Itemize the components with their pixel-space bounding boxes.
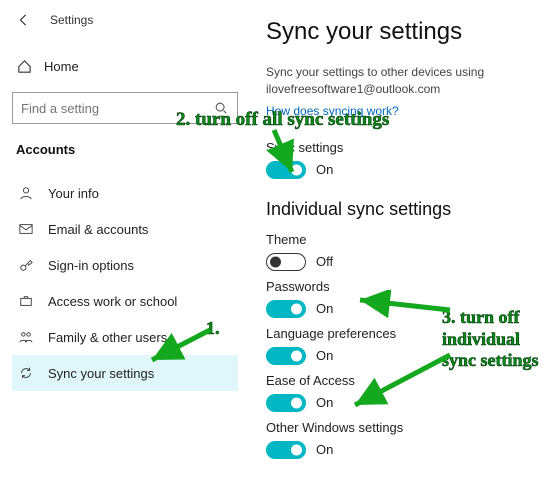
language-label: Language preferences (266, 326, 528, 341)
sidebar-item-label: Access work or school (48, 294, 177, 309)
arrow-left-icon (16, 12, 32, 28)
home-nav[interactable]: Home (12, 50, 238, 82)
search-icon (213, 100, 229, 116)
theme-toggle[interactable] (266, 253, 306, 271)
other-toggle[interactable] (266, 441, 306, 459)
sidebar-item-work[interactable]: Access work or school (12, 283, 238, 319)
sidebar-item-label: Sign-in options (48, 258, 134, 273)
sidebar: Settings Home Accounts Your info Email &… (0, 0, 250, 504)
key-icon (18, 257, 34, 273)
search-box[interactable] (12, 92, 238, 124)
how-sync-link[interactable]: How does syncing work? (266, 104, 399, 118)
sidebar-item-label: Sync your settings (48, 366, 154, 381)
sidebar-item-your-info[interactable]: Your info (12, 175, 238, 211)
individual-header: Individual sync settings (266, 199, 528, 220)
passwords-toggle[interactable] (266, 300, 306, 318)
sync-settings-toggle[interactable] (266, 161, 306, 179)
window-title: Settings (50, 13, 93, 27)
sync-icon (18, 365, 34, 381)
theme-state: Off (316, 254, 333, 269)
ease-toggle[interactable] (266, 394, 306, 412)
mail-icon (18, 221, 34, 237)
sync-settings-label: Sync settings (266, 140, 528, 155)
other-state: On (316, 442, 333, 457)
language-state: On (316, 348, 333, 363)
sidebar-item-label: Family & other users (48, 330, 167, 345)
other-label: Other Windows settings (266, 420, 528, 435)
sidebar-item-sync[interactable]: Sync your settings (12, 355, 238, 391)
people-icon (18, 329, 34, 345)
sync-description: Sync your settings to other devices usin… (266, 64, 528, 98)
passwords-label: Passwords (266, 279, 528, 294)
main-panel: Sync your settings Sync your settings to… (250, 0, 544, 504)
ease-label: Ease of Access (266, 373, 528, 388)
section-header: Accounts (16, 142, 238, 157)
sidebar-item-signin[interactable]: Sign-in options (12, 247, 238, 283)
search-input[interactable] (21, 101, 213, 116)
sidebar-item-email[interactable]: Email & accounts (12, 211, 238, 247)
back-button[interactable] (12, 8, 36, 32)
passwords-state: On (316, 301, 333, 316)
home-icon (16, 58, 32, 74)
sidebar-item-family[interactable]: Family & other users (12, 319, 238, 355)
sidebar-item-label: Email & accounts (48, 222, 148, 237)
sidebar-item-label: Your info (48, 186, 99, 201)
theme-label: Theme (266, 232, 528, 247)
person-icon (18, 185, 34, 201)
home-label: Home (44, 59, 79, 74)
language-toggle[interactable] (266, 347, 306, 365)
sync-settings-state: On (316, 162, 333, 177)
briefcase-icon (18, 293, 34, 309)
page-title: Sync your settings (266, 18, 528, 46)
ease-state: On (316, 395, 333, 410)
